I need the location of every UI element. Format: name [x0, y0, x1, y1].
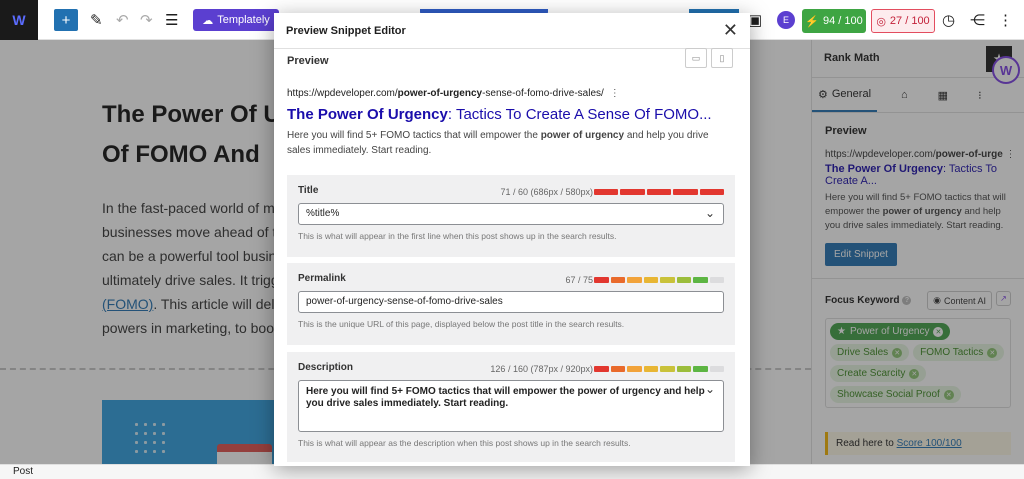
serp-title-bold: The Power Of Urgency	[287, 106, 448, 123]
length-bar-segment	[660, 277, 675, 283]
chevron-down-icon[interactable]: ⌄	[705, 206, 715, 220]
modal-title: Preview Snippet Editor	[286, 24, 406, 37]
seo-score-badge[interactable]: ⚡ 94 / 100	[802, 9, 866, 33]
title-char-count: 71 / 60 (686px / 580px)	[500, 187, 593, 197]
description-char-count: 126 / 160 (787px / 920px)	[490, 364, 593, 374]
description-hint: This is what will appear as the descript…	[298, 438, 631, 448]
length-bar-segment	[643, 366, 658, 372]
permalink-field-group: Permalink 67 / 75 power-of-urgency-sense…	[287, 263, 735, 345]
permalink-length-bar	[594, 277, 724, 283]
serp-url: https://wpdeveloper.com/power-of-urgency…	[287, 88, 620, 99]
title-input[interactable]: %title% ⌄	[298, 203, 724, 225]
seo-icon: ⚡	[805, 15, 819, 28]
preview-snippet-editor-modal: Preview Snippet Editor ✕ Preview ▭ ▯ htt…	[274, 13, 750, 466]
permalink-value: power-of-urgency-sense-of-fomo-drive-sal…	[306, 296, 503, 307]
length-bar-segment	[627, 366, 642, 372]
more-dots-icon[interactable]: ⋮	[610, 88, 620, 99]
desc-part: Here you will find 5+ FOMO tactics that …	[287, 130, 541, 141]
title-hint: This is what will appear in the first li…	[298, 231, 617, 241]
templately-button[interactable]: ☁ Templately	[193, 9, 279, 31]
status-label: Post	[13, 466, 34, 477]
length-bar-segment	[676, 277, 691, 283]
pen-icon[interactable]: ✎	[90, 9, 103, 31]
readability-score-badge[interactable]: ◎ 27 / 100	[871, 9, 935, 33]
modal-header: Preview Snippet Editor ✕	[274, 13, 750, 49]
desktop-icon[interactable]: ▭	[685, 48, 707, 68]
serp-url-base: https://wpdeveloper.com/	[287, 88, 398, 99]
status-bar: Post	[0, 464, 1024, 479]
templately-icon: ☁	[202, 14, 214, 27]
length-bar-segment	[676, 366, 691, 372]
clock-icon[interactable]: ◷	[942, 9, 955, 31]
length-bar-segment	[610, 366, 625, 372]
length-bar-segment	[693, 277, 708, 283]
modal-preview-label: Preview	[287, 55, 329, 67]
templately-label: Templately	[217, 14, 270, 26]
close-icon[interactable]: ✕	[723, 20, 738, 41]
serp-url-bold: power-of-urgency	[397, 88, 483, 99]
title-field-group: Title 71 / 60 (686px / 580px) %title% ⌄ T…	[287, 175, 735, 257]
serp-title-rest: : Tactics To Create A Sense Of FOMO...	[447, 106, 712, 123]
length-bar-segment	[709, 366, 724, 372]
list-view-icon[interactable]: ☰	[165, 9, 178, 31]
add-block-button[interactable]: +	[54, 9, 78, 31]
description-field-group: Description 126 / 160 (787px / 920px) He…	[287, 352, 735, 462]
plugin-badge-label: E	[782, 15, 789, 25]
readability-icon: ◎	[876, 15, 886, 28]
mobile-icon[interactable]: ▯	[711, 48, 733, 68]
length-bar-segment	[620, 189, 645, 195]
length-bar-segment	[627, 277, 642, 283]
permalink-char-count: 67 / 75	[565, 275, 593, 285]
site-logo[interactable]: W	[0, 0, 38, 40]
description-length-bar	[594, 366, 724, 372]
title-length-bar	[594, 189, 725, 195]
permalink-hint: This is the unique URL of this page, dis…	[298, 319, 625, 329]
length-bar-segment	[693, 366, 708, 372]
description-textarea[interactable]: Here you will find 5+ FOMO tactics that …	[298, 380, 724, 432]
length-bar-segment	[594, 366, 609, 372]
logo-text: W	[12, 12, 26, 28]
desc-bold: power of urgency	[540, 130, 625, 141]
permalink-input[interactable]: power-of-urgency-sense-of-fomo-drive-sal…	[298, 291, 724, 313]
serp-title: The Power Of Urgency: Tactics To Create …	[287, 106, 712, 123]
length-bar-segment	[646, 189, 672, 195]
serp-description: Here you will find 5+ FOMO tactics that …	[287, 128, 727, 158]
undo-icon[interactable]: ↶	[116, 9, 129, 31]
readability-score-label: 27 / 100	[889, 15, 930, 27]
length-bar-segment	[610, 277, 625, 283]
seo-score-label: 94 / 100	[822, 15, 863, 27]
length-bar-segment	[643, 277, 658, 283]
length-bar-segment	[699, 189, 725, 195]
sidebar-toggle-icon[interactable]: ▣	[748, 9, 762, 31]
length-bar-segment	[660, 366, 675, 372]
title-value: %title%	[306, 208, 340, 219]
chevron-down-icon[interactable]: ⌄	[705, 383, 715, 395]
serp-url-rest: -sense-of-fomo-drive-sales/	[482, 88, 604, 99]
description-value: Here you will find 5+ FOMO tactics that …	[306, 386, 705, 409]
length-bar-segment	[594, 277, 609, 283]
device-toggle: ▭ ▯	[685, 48, 733, 68]
length-bar-segment	[673, 189, 698, 195]
length-bar-segment	[709, 277, 724, 283]
redo-icon[interactable]: ↷	[140, 9, 153, 31]
plugin-badge[interactable]: E	[777, 11, 795, 29]
share-icon[interactable]: ⋲	[970, 9, 985, 31]
more-options-icon[interactable]: ⋮	[998, 9, 1013, 31]
length-bar-segment	[594, 189, 619, 195]
